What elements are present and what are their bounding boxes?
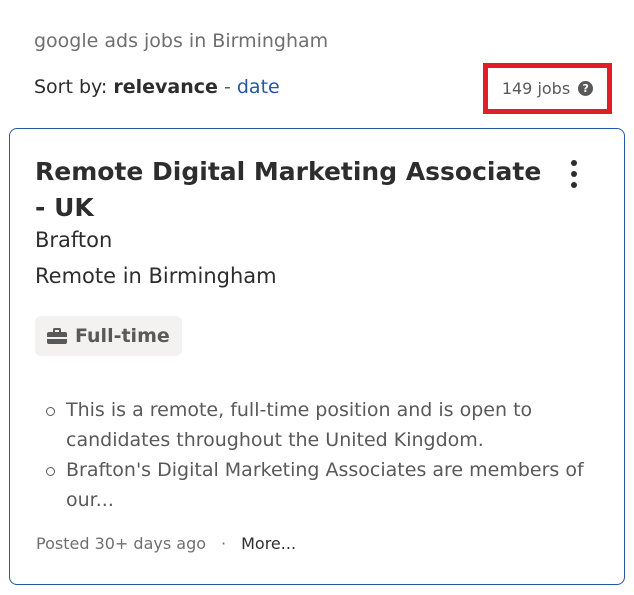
job-type-badge: Full-time [35,316,182,356]
footer-separator: · [221,534,227,553]
posted-date: Posted 30+ days ago [36,534,207,553]
company-name: Brafton [35,228,113,252]
job-snippet: This is a remote, full-time position and… [46,395,586,515]
sort-option-relevance: relevance [113,76,218,98]
snippet-item: This is a remote, full-time position and… [46,395,586,455]
sort-label: Sort by: [34,76,108,98]
job-count: 149 jobs [501,79,571,98]
kebab-menu-icon [571,160,577,166]
job-count-highlight: 149 jobs ? [483,63,612,114]
search-title: google ads jobs in Birmingham [34,30,329,52]
sort-option-date-link[interactable]: date [237,76,280,98]
job-title[interactable]: Remote Digital Marketing Associate - UK [35,154,555,226]
job-type-label: Full-time [75,325,170,347]
card-footer: Posted 30+ days ago · More... [36,534,296,553]
more-link[interactable]: More... [241,534,296,553]
briefcase-icon [47,328,67,344]
sort-controls: Sort by: relevance - date [34,76,280,98]
job-card[interactable]: Remote Digital Marketing Associate - UK … [9,128,625,585]
search-results-page: google ads jobs in Birmingham Sort by: r… [0,0,634,595]
help-icon[interactable]: ? [578,81,594,96]
sort-separator: - [223,76,231,98]
snippet-item: Brafton's Digital Marketing Associates a… [46,455,586,515]
job-location: Remote in Birmingham [35,264,277,288]
more-options-button[interactable] [562,157,586,191]
